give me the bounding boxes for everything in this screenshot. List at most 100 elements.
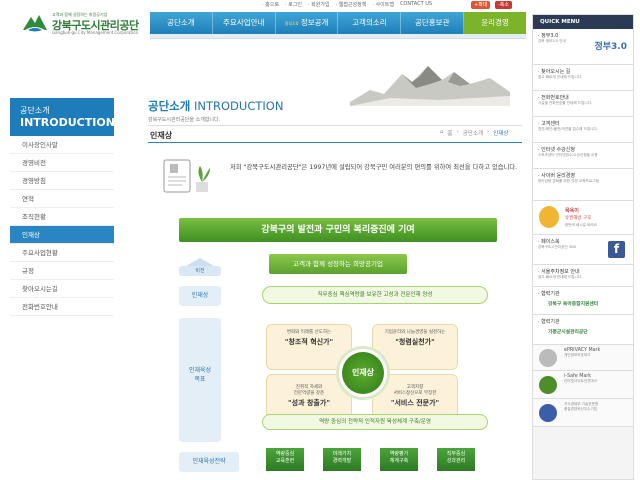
- vision-arrow: [186, 258, 214, 266]
- facebook-icon: f: [608, 241, 625, 258]
- eprivacy-icon: [539, 349, 557, 367]
- quick-item-title: · 협력기관: [538, 291, 560, 297]
- talent-text: 직무중심 핵심역량을 보유한 고성과 전문인재 양성: [262, 286, 488, 304]
- intro-rest: 은 1997년에 설립되어 강북구민 여러분의 편의를 위하여 최선을 다하고 …: [301, 164, 518, 171]
- font-reduce-button[interactable]: -축소: [495, 1, 513, 9]
- quick-menu-title: QUICK MENU: [533, 15, 633, 29]
- badge-extra: 한번씩 배시길 바라요: [565, 223, 598, 227]
- quick-item-cyber-ethics[interactable]: · 사이버 윤리경영 윤리강령 강화를 위한 직장 교육프로그램: [533, 169, 633, 201]
- font-enlarge-button[interactable]: +확대: [471, 1, 491, 9]
- quick-item-title: · 전화번호안내: [538, 95, 569, 101]
- quick-item-facebook[interactable]: · 페이스북 강북구도시관리공단 SNS f: [533, 235, 633, 265]
- quick-item-online-registration[interactable]: · 인터넷 수강신청 스포츠센터 인터넷접수/수강신청을 이용: [533, 143, 633, 169]
- lnb-item-organization[interactable]: 조직현황: [10, 208, 114, 226]
- quick-item-partner-2[interactable]: · 협력기관 가평군시설관리공단: [533, 315, 633, 345]
- quick-item-gov30[interactable]: · 정부3.0 강북 정보3.0 안내 정부3.0: [533, 29, 633, 65]
- strategy-evaluation: 역량평가 체계구축: [380, 448, 418, 471]
- gnb-item-pr[interactable]: 공단홍보관: [401, 12, 465, 34]
- divider: [148, 142, 522, 143]
- quick-item-desc: 쉽고 빠르게 안내해 드립니다.: [538, 75, 583, 79]
- quad-creative-title: "창조적 혁신가": [284, 338, 334, 346]
- breadcrumb-separator: ›: [487, 129, 490, 135]
- quad-integrity-desc: 기업윤리와 나눔경영을 실천하는: [384, 330, 446, 335]
- quick-item-desc: 윤리강령 강화를 위한 직장 교육프로그램: [538, 179, 599, 183]
- quick-item-desc: 개인정보보호마크: [564, 353, 591, 357]
- gnb-item-ethics[interactable]: 윤리경영: [464, 12, 526, 34]
- section-title: 공단소개 INTRODUCTION: [148, 98, 283, 114]
- gnb-sub-bar: [150, 34, 526, 39]
- mascot-icon: [539, 206, 559, 228]
- util-accessibility-link[interactable]: · 웹접근성정책: [336, 1, 367, 10]
- page-title: 인재상: [150, 131, 173, 140]
- strategy-training: 역량중심 교육훈련: [266, 448, 304, 471]
- util-sitemap-link[interactable]: · 사이트맵: [372, 1, 394, 10]
- quick-item-desc: 쉽고 빠르게 안내해 드립니다.: [538, 275, 583, 279]
- util-home-link[interactable]: · 홈으로: [262, 1, 279, 10]
- quality-icon: [539, 404, 557, 422]
- quick-item-ethics-badge[interactable]: 목욕이 유권해방 구호 한번씩 배시길 바라요: [533, 201, 633, 235]
- badge-desc: 유권해방 구호: [565, 216, 592, 221]
- breadcrumb-section[interactable]: 공단소개: [463, 129, 483, 137]
- util-join-link[interactable]: · 회원가입: [308, 1, 330, 10]
- intro-text: 저희 "강북구도시관리공단"은 1997년에 설립되어 강북구민 여러분의 편의…: [230, 162, 520, 173]
- gnb-item-business[interactable]: 주요사업안내: [213, 12, 276, 34]
- quick-item-desc: 칭찬/제안/불만/의견을 접수해 드립니다.: [538, 127, 598, 131]
- gov30-prefix: 정부3.0: [284, 21, 299, 26]
- quad-integrity-title: "청렴실천가": [395, 338, 435, 346]
- quick-item-directions[interactable]: · 찾아오시는 길 쉽고 빠르게 안내해 드립니다.: [533, 65, 633, 91]
- breadcrumb-separator: ›: [456, 129, 459, 135]
- lnb-item-policy[interactable]: 경영방침: [10, 172, 114, 190]
- left-navigation: 공단소개 INTRODUCTION 이사장인사말 경영비전 경영방침 연혁 조직…: [10, 98, 115, 316]
- quick-item-title: · 인터넷 수강신청: [538, 147, 575, 153]
- divider: [148, 125, 522, 126]
- lnb-item-greeting[interactable]: 이사장인사말: [10, 136, 114, 154]
- section-description: 강북구도시관리공단을 소개합니다.: [148, 117, 221, 123]
- quick-item-title: · 협력기관: [538, 319, 560, 325]
- gnb-item-intro[interactable]: 공단소개: [150, 12, 213, 34]
- logo[interactable]: 고객과 함께 성장하는 희망공기업 강북구도시관리공단 Gangbuk-gu C…: [22, 12, 139, 38]
- gov30-logo: 정부3.0: [594, 42, 627, 52]
- quick-item-title: · 찾아오시는 길: [538, 69, 571, 75]
- lnb-item-vision[interactable]: 경영비전: [10, 154, 114, 172]
- strategy-label: 인재육성전략: [179, 452, 239, 472]
- breadcrumb-current: 인재상: [493, 131, 509, 137]
- clipboard-plant-icon: [163, 159, 210, 193]
- breadcrumb: ⌂ 홈 › 공단소개 › 인재상: [440, 129, 508, 137]
- quick-item-phone[interactable]: · 전화번호안내 시설별 전화번호를 안내해 드립니다.: [533, 91, 633, 117]
- quick-item-customer-center[interactable]: · 고객센터 칭찬/제안/불만/의견을 접수해 드립니다.: [533, 117, 633, 143]
- logo-name-en: Gangbuk-gu City Management Corporation: [52, 30, 139, 35]
- quick-item-title: · 서울주차정보 안내: [538, 269, 580, 275]
- quick-item-parking[interactable]: · 서울주차정보 안내 쉽고 빠르게 안내해 드립니다.: [533, 265, 633, 287]
- lnb-item-directions[interactable]: 찾아오시는길: [10, 280, 114, 298]
- breadcrumb-home[interactable]: 홈: [448, 129, 453, 137]
- lnb-item-history[interactable]: 연혁: [10, 190, 114, 208]
- lnb-item-business-status[interactable]: 주요사업현황: [10, 244, 114, 262]
- quick-item-eprivacy[interactable]: ePRIVACY Mark 개인정보보호마크: [533, 345, 633, 371]
- section-title-en: INTRODUCTION: [193, 99, 284, 113]
- lnb-item-phone[interactable]: 전화번호안내: [10, 298, 114, 316]
- quick-item-title: · 사이버 윤리경영: [538, 173, 575, 179]
- lnb-item-talent[interactable]: 인재상: [10, 226, 114, 244]
- gnb-item-info[interactable]: 정부3.0 정보공개: [276, 12, 339, 34]
- talent-diagram: 강북구의 발전과 구민의 복리증진에 기여 비전 고객과 함께 성장하는 희망공…: [150, 214, 526, 480]
- quick-menu: QUICK MENU · 정부3.0 강북 정보3.0 안내 정부3.0 · 찾…: [532, 14, 634, 480]
- quick-item-quality[interactable]: 지식경제부 기술표준원 품질경영혁신우수기업: [533, 399, 633, 427]
- dev-goal-label: 인재육성 목표: [179, 318, 221, 442]
- quick-item-partner-1[interactable]: · 협력기관 강북구 육아종합지원센터: [533, 287, 633, 315]
- quick-item-isafe[interactable]: i-Safe Mark 인터넷사이트안전마크: [533, 371, 633, 399]
- mountain-illustration: [350, 66, 510, 106]
- talent-label: 인재상: [179, 286, 221, 306]
- util-contact-link[interactable]: CONTACT US: [400, 1, 432, 10]
- lnb-item-rules[interactable]: 규정: [10, 262, 114, 280]
- lnb-header: 공단소개 INTRODUCTION: [10, 98, 115, 136]
- quad-performance-title: "성과 창출가": [288, 399, 330, 407]
- lnb-title-ko: 공단소개: [20, 106, 50, 115]
- lnb-title-en: INTRODUCTION: [20, 116, 115, 129]
- home-icon[interactable]: ⌂: [440, 129, 444, 137]
- util-login-link[interactable]: · 로그인: [285, 1, 302, 10]
- quick-item-desc: 인터넷사이트안전마크: [564, 379, 598, 383]
- quick-item-desc: 지식경제부 기술표준원 품질경영혁신우수기업: [564, 402, 599, 411]
- gnb-item-voice[interactable]: 고객의소리: [338, 12, 402, 34]
- quad-creative-desc: 변화와 미래를 선도하는: [286, 330, 332, 335]
- utility-links: · 홈으로 · 로그인 · 회원가입 · 웹접근성정책 · 사이트맵 CONTA…: [262, 1, 432, 10]
